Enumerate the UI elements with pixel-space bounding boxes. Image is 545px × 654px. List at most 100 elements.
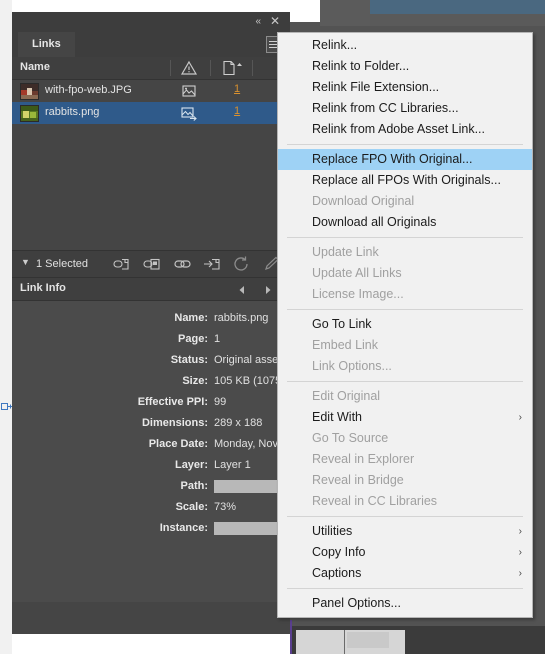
info-label: Path: [180,480,209,492]
collapse-panel-icon[interactable]: « [255,16,260,27]
menu-item-label: Copy Info [312,545,366,559]
menu-item: Update Link [278,242,532,263]
menu-item-label: Relink to Folder... [312,59,410,73]
menu-item-label: Go To Source [312,431,389,445]
table-row[interactable]: with-fpo-web.JPG 1 [12,80,290,102]
panel-strip-below-layer [370,14,545,26]
menu-separator [287,144,523,145]
menu-item: Reveal in CC Libraries [278,491,532,512]
menu-item-label: License Image... [312,287,404,301]
menu-item-label: Edit With [312,410,363,424]
info-value: 1 [214,333,221,345]
submenu-arrow-icon: › [518,568,522,579]
info-value: 289 x 188 [214,417,263,429]
link-thumbnail [20,105,39,122]
relink-icon[interactable] [112,255,132,273]
info-row: Page: 1 [12,330,290,351]
info-value: Layer 1 [214,459,251,471]
left-margin-area [0,0,12,654]
menu-item: License Image... [278,284,532,305]
header-divider [170,60,171,76]
menu-separator [287,237,523,238]
embed-link-icon[interactable] [202,255,222,273]
menu-item: Download Original [278,191,532,212]
info-label: Size: [182,375,208,387]
menu-item-label: Replace FPO With Original... [312,152,473,166]
info-row: Dimensions: 289 x 188 [12,414,290,435]
menu-item[interactable]: Download all Originals [278,212,532,233]
menu-separator [287,309,523,310]
info-value: rabbits.png [214,312,269,324]
tab-links[interactable]: Links [18,32,75,57]
header-divider [252,60,253,76]
go-to-link-icon[interactable] [172,255,192,273]
menu-item-label: Panel Options... [312,596,401,610]
fpo-image-icon[interactable] [180,83,198,99]
info-label: Instance: [159,522,208,534]
info-row: Instance: [12,519,359,540]
menu-separator [287,588,523,589]
info-label: Dimensions: [141,417,208,429]
menu-item[interactable]: Replace FPO With Original... [278,149,532,170]
layers-panel-row[interactable]: › Layer 1 [370,0,545,14]
modified-link-icon[interactable] [180,105,198,121]
menu-item[interactable]: Edit With › [278,407,532,428]
link-page-number[interactable]: 1 [234,83,240,95]
menu-item-label: Go To Link [312,317,372,331]
arrow-right-icon[interactable] [262,283,274,295]
bottom-swatch-transparent [347,632,389,648]
menu-item-label: Relink from CC Libraries... [312,101,459,115]
header-divider [210,60,211,76]
warning-triangle-icon[interactable] [180,60,198,76]
relink-to-folder-icon[interactable] [142,255,162,273]
menu-item[interactable]: Copy Info › [278,542,532,563]
menu-item-label: Relink from Adobe Asset Link... [312,122,486,136]
link-page-number[interactable]: 1 [234,105,240,117]
info-row: Name: rabbits.png [12,309,290,330]
info-label: Layer: [174,459,208,471]
menu-item[interactable]: Relink to Folder... [278,56,532,77]
menu-item[interactable]: Relink... [278,35,532,56]
links-list: with-fpo-web.JPG 1 rabbits.png 1 [12,80,290,250]
info-label: Effective PPI: [137,396,208,408]
submenu-arrow-icon: › [518,412,522,423]
menu-item[interactable]: Replace all FPOs With Originals... [278,170,532,191]
menu-item[interactable]: Captions › [278,563,532,584]
info-row: Layer: Layer 1 [12,456,290,477]
column-header-name[interactable]: Name [20,61,50,73]
info-row: Scale: 73% [12,498,290,519]
menu-item[interactable]: Relink from Adobe Asset Link... [278,119,532,140]
submenu-arrow-icon: › [518,526,522,537]
submenu-arrow-icon: › [518,547,522,558]
info-label: Page: [178,333,208,345]
info-label: Scale: [175,501,208,513]
menu-item: Link Options... [278,356,532,377]
arrow-left-icon[interactable] [236,283,248,295]
bottom-swatch-divider [344,630,345,654]
menu-item[interactable]: Go To Link [278,314,532,335]
menu-item[interactable]: Panel Options... [278,593,532,614]
menu-item[interactable]: Relink File Extension... [278,77,532,98]
page-icon[interactable] [222,60,244,76]
menu-item-label: Replace all FPOs With Originals... [312,173,501,187]
menu-item: Reveal in Bridge [278,470,532,491]
chevron-down-icon[interactable]: ▼ [21,257,30,267]
links-panel: « ✕ Links Name with-fpo-web.JPG 1 rabbit… [12,12,393,634]
close-icon[interactable]: ✕ [270,14,280,28]
toolbar-strip [320,0,370,26]
link-info-body: Name: rabbits.png Page: 1 Status: Origin… [12,301,393,602]
link-info-title: Link Info [20,282,66,294]
links-panel-context-menu[interactable]: Relink... Relink to Folder... Relink File … [277,32,533,618]
info-row: Status: Original asset downloaded [12,351,344,372]
menu-item[interactable]: Utilities › [278,521,532,542]
links-panel-toolbar: ▼ 1 Selected [12,250,290,278]
table-row[interactable]: rabbits.png 1 [12,102,290,124]
info-row: Path: rabbits.png [12,477,381,498]
menu-item-label: Link Options... [312,359,392,373]
menu-item[interactable]: Relink from CC Libraries... [278,98,532,119]
update-link-icon[interactable] [232,255,252,273]
menu-item-label: Reveal in Bridge [312,473,404,487]
info-label: Name: [174,312,208,324]
menu-item-label: Relink... [312,38,358,52]
menu-item-label: Utilities [312,524,353,538]
